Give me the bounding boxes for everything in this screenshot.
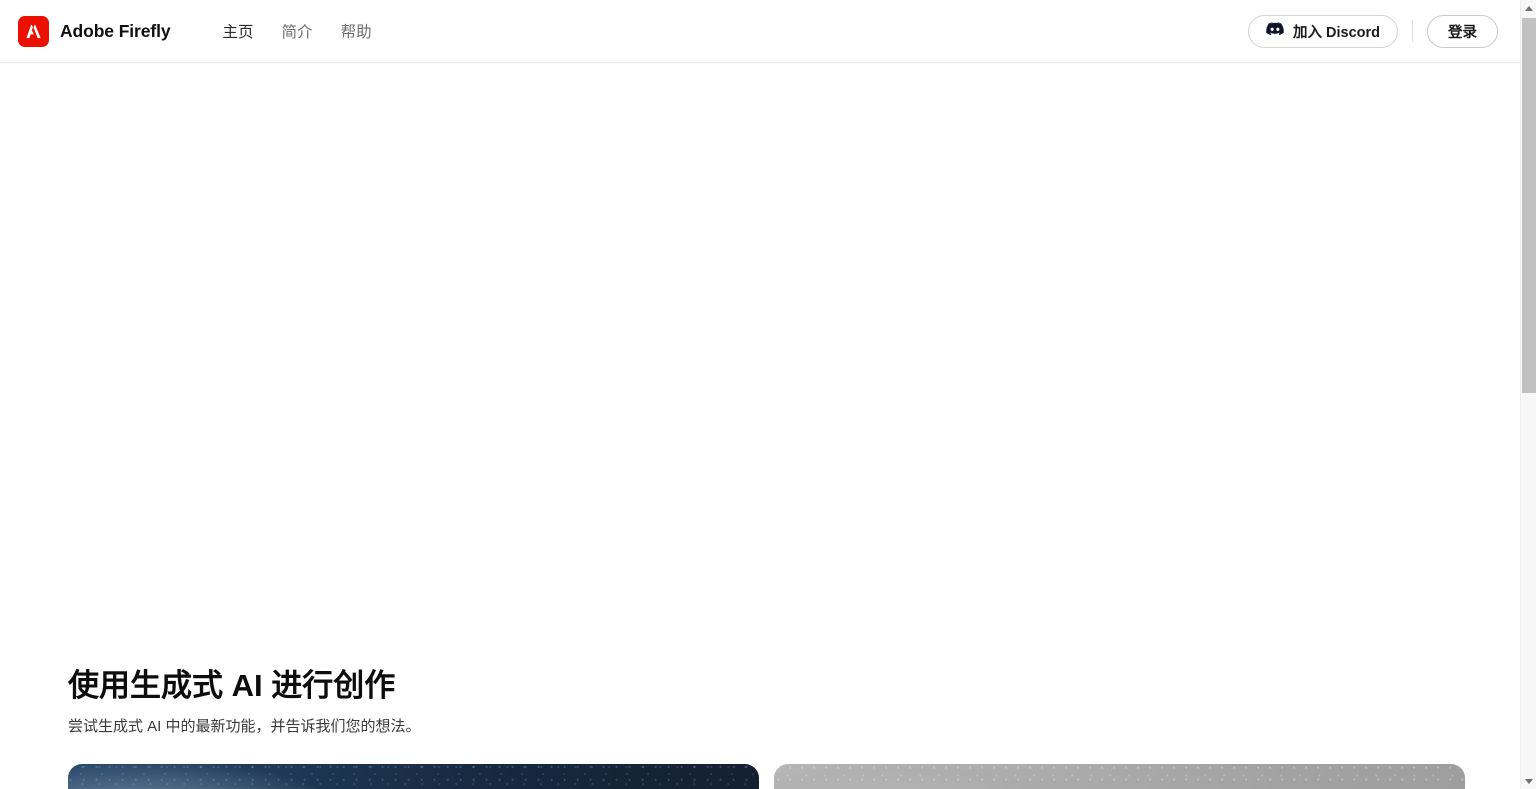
header-divider: [1412, 20, 1413, 42]
feature-card-list: A: [68, 764, 1465, 789]
login-button-label: 登录: [1448, 24, 1477, 41]
brand-home-link[interactable]: Adobe Firefly: [18, 15, 171, 47]
scrollbar-up-button[interactable]: [1521, 0, 1536, 16]
nav-item-help[interactable]: 帮助: [327, 14, 386, 48]
brand-name: Adobe Firefly: [60, 20, 171, 41]
scrollbar-down-button[interactable]: [1521, 773, 1536, 789]
hero-section: 使用生成式 AI 进行创作 尝试生成式 AI 中的最新功能，并告诉我们您的想法。: [68, 667, 421, 737]
page-root: Adobe Firefly 主页 简介 帮助 加入 Discord 登录 使用生…: [0, 0, 1536, 789]
nav-item-about[interactable]: 简介: [268, 14, 327, 48]
join-discord-label: 加入 Discord: [1292, 24, 1380, 41]
site-header: Adobe Firefly 主页 简介 帮助 加入 Discord 登录: [0, 0, 1520, 63]
feature-card-neutral[interactable]: [774, 764, 1465, 789]
feature-card-ocean[interactable]: A: [68, 764, 759, 789]
chevron-down-icon: [1524, 778, 1533, 784]
main-content: 使用生成式 AI 进行创作 尝试生成式 AI 中的最新功能，并告诉我们您的想法。…: [0, 63, 1520, 789]
nav-item-home[interactable]: 主页: [209, 14, 268, 48]
discord-icon: [1266, 22, 1284, 40]
adobe-a-logo-icon: [18, 15, 49, 47]
join-discord-button[interactable]: 加入 Discord: [1247, 14, 1398, 48]
login-button[interactable]: 登录: [1427, 14, 1498, 48]
header-actions: 加入 Discord 登录: [1247, 14, 1498, 48]
page-scrollbar[interactable]: [1520, 0, 1536, 789]
page-title: 使用生成式 AI 进行创作: [68, 668, 396, 703]
chevron-up-icon: [1524, 5, 1533, 11]
page-subtitle: 尝试生成式 AI 中的最新功能，并告诉我们您的想法。: [68, 717, 421, 735]
main-nav: 主页 简介 帮助: [209, 14, 386, 48]
scrollbar-thumb[interactable]: [1522, 18, 1536, 393]
